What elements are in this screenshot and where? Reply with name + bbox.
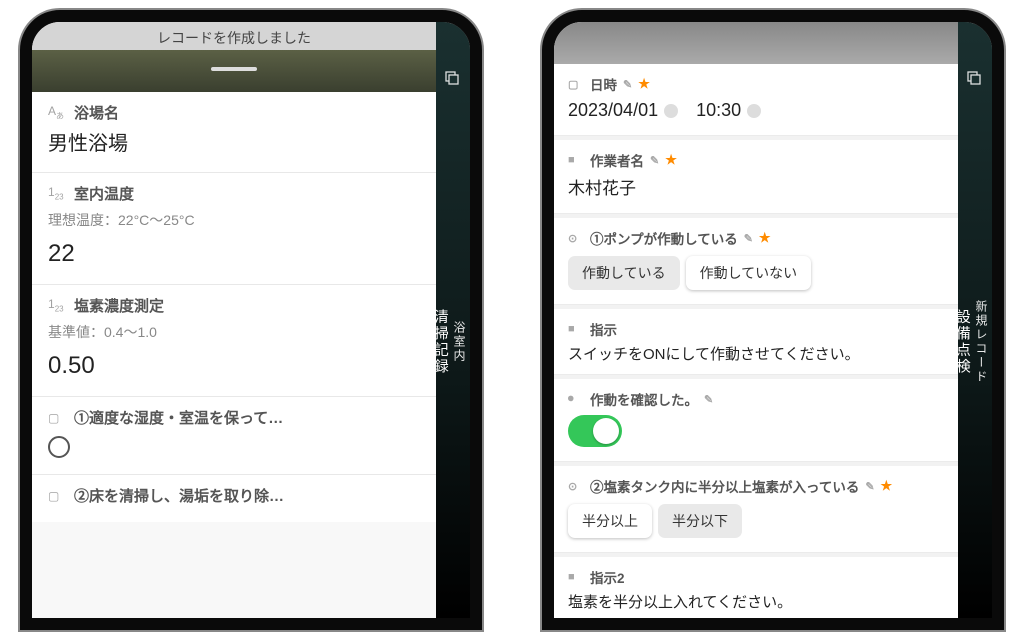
worker-label: 作業者名 [590,150,644,170]
required-star: ★ [665,152,677,168]
q1-option2[interactable]: 作動していない [686,256,812,290]
datetime-label: 日時 [590,74,617,94]
section-check1: ▢ ①適度な湿度・室温を保って… [32,397,436,475]
side-tab-cleaning[interactable]: 浴室内 清掃記録 [436,22,470,618]
clear-icon[interactable] [747,104,761,118]
side-tab-inspection[interactable]: 新規レコード 設備点検 [958,22,992,618]
instruction-text: スイッチをONにして作動させてください。 [568,343,944,364]
instruction-label: 指示 [590,319,617,339]
square-icon: ■ [568,154,586,166]
copy-icon [966,70,982,86]
confirm-toggle[interactable] [568,415,622,447]
q2-option2[interactable]: 半分以下 [658,504,742,538]
q2-option1[interactable]: 半分以上 [568,504,652,538]
q1-option1[interactable]: 作動している [568,256,680,290]
section-instruction: ■ 指示 スイッチをONにして作動させてください。 [554,309,958,375]
toggle-icon: ⊙ [568,480,586,493]
worker-value[interactable]: 木村花子 [568,174,944,199]
chlorine-label: 塩素濃度測定 [74,295,164,316]
section-datetime: ▢ 日時 ✎ ★ 2023/04/01 10:30 [554,64,958,136]
toggle-icon: ⊙ [568,232,586,245]
required-star: ★ [759,230,771,246]
section-worker: ■ 作業者名 ✎ ★ 木村花子 [554,140,958,214]
confirm-label: 作動を確認した。 [590,389,698,409]
bath-name-label: 浴場名 [74,102,119,123]
room-temp-value[interactable]: 22 [48,240,420,268]
section-check2: ▢ ②床を清掃し、湯垢を取り除… [32,475,436,522]
square-icon: ■ [568,323,586,335]
chlorine-value[interactable]: 0.50 [48,352,420,380]
radio-empty[interactable] [48,436,70,458]
time-value[interactable]: 10:30 [696,100,761,121]
side-main-label: 設備点検 [952,309,973,375]
edit-icon: ✎ [865,480,874,493]
check2-label: ②床を清掃し、湯垢を取り除… [74,485,284,506]
q2-label: ②塩素タンク内に半分以上塩素が入っている [590,476,859,496]
q1-label: ①ポンプが作動している [590,228,738,248]
number-icon: 123 [48,185,70,201]
instruction2-text: 塩素を半分以上入れてください。 [568,591,944,612]
camera-icon: ▢ [48,489,70,503]
chlorine-standard: 基準値：0.4～1.0 [48,322,420,342]
status-gradient [554,22,958,64]
section-chlorine: 123 塩素濃度測定 基準値：0.4～1.0 0.50 [32,285,436,397]
section-q2: ⊙ ②塩素タンク内に半分以上塩素が入っている ✎ ★ 半分以上 半分以下 [554,466,958,553]
section-instruction2: ■ 指示2 塩素を半分以上入れてください。 [554,557,958,618]
room-temp-ideal: 理想温度：22°C～25°C [48,210,420,230]
edit-icon: ✎ [623,78,632,91]
toast-message: レコードを作成しました [32,22,436,50]
edit-icon: ✎ [650,154,659,167]
section-room-temp: 123 室内温度 理想温度：22°C～25°C 22 [32,173,436,285]
edit-icon: ✎ [744,232,753,245]
switch-icon: ⏺ [568,393,586,406]
camera-icon: ▢ [48,411,70,425]
section-confirm: ⏺ 作動を確認した。 ✎ [554,379,958,462]
phone-right: ▢ 日時 ✎ ★ 2023/04/01 10:30 ■ 作業者名 ✎ [542,10,1004,630]
required-star: ★ [881,478,893,494]
required-star: ★ [638,76,650,92]
section-q1: ⊙ ①ポンプが作動している ✎ ★ 作動している 作動していない [554,218,958,305]
square-icon: ■ [568,571,586,583]
side-sub-label: 新規レコード [973,300,990,384]
text-icon: Aあ [48,104,70,121]
calendar-icon: ▢ [568,78,586,91]
date-value[interactable]: 2023/04/01 [568,100,678,121]
clear-icon[interactable] [664,104,678,118]
bath-name-value: 男性浴場 [48,127,420,156]
room-temp-label: 室内温度 [74,183,134,204]
drag-handle[interactable] [32,50,436,92]
phone-left: レコードを作成しました Aあ 浴場名 男性浴場 123 室内温度 [20,10,482,630]
check1-label: ①適度な湿度・室温を保って… [74,407,283,428]
edit-icon: ✎ [704,393,713,406]
section-bath-name: Aあ 浴場名 男性浴場 [32,92,436,173]
copy-icon [444,70,460,86]
side-sub-label: 浴室内 [451,321,468,363]
instruction2-label: 指示2 [590,567,625,587]
number-icon: 123 [48,297,70,313]
side-main-label: 清掃記録 [430,309,451,375]
